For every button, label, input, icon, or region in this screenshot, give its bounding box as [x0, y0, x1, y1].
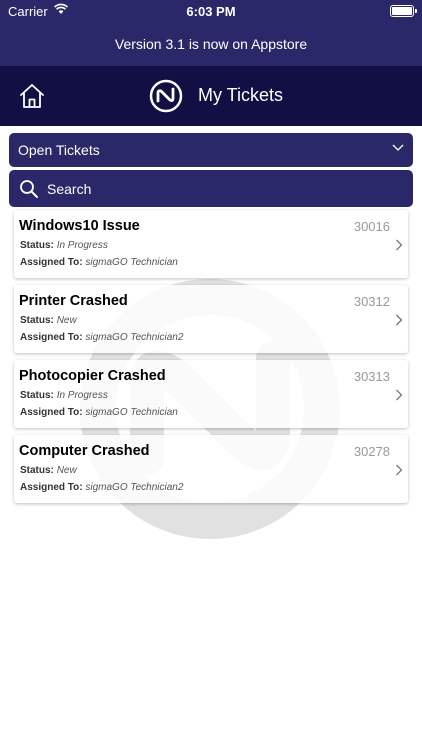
nav-header: My Tickets [0, 66, 422, 126]
chevron-down-icon [392, 144, 404, 151]
page-title: My Tickets [198, 85, 284, 105]
ticket-assignee: Assigned To: sigmaGO Technician2 [20, 332, 183, 343]
ticket-card[interactable]: Computer Crashed 30278 Status: New Assig… [14, 435, 408, 503]
ticket-card[interactable]: Printer Crashed 30312 Status: New Assign… [14, 285, 408, 353]
ticket-status: Status: In Progress [20, 240, 108, 251]
status-value: New [56, 465, 77, 476]
assigned-value: sigmaGO Technician2 [85, 332, 184, 343]
search-input[interactable] [47, 170, 397, 207]
ticket-title: Photocopier Crashed [19, 368, 166, 384]
ticket-assignee: Assigned To: sigmaGO Technician2 [20, 482, 183, 493]
assigned-label: Assigned To: [20, 332, 83, 343]
assigned-value: sigmaGO Technician [85, 257, 178, 268]
ticket-filter-dropdown[interactable]: Open Tickets [9, 133, 413, 167]
ticket-id: 30312 [353, 294, 390, 309]
status-label: Status: [20, 315, 54, 326]
clock: 6:03 PM [186, 4, 236, 19]
ticket-list: Windows10 Issue 30016 Status: In Progres… [14, 210, 408, 510]
ticket-card[interactable]: Photocopier Crashed 30313 Status: In Pro… [14, 360, 408, 428]
status-value: In Progress [56, 390, 108, 401]
chevron-right-icon [396, 464, 403, 476]
status-label: Status: [20, 465, 54, 476]
ticket-title: Windows10 Issue [19, 218, 140, 234]
status-bar: Carrier 6:03 PM [0, 0, 422, 22]
ticket-title: Printer Crashed [19, 293, 128, 309]
banner-text: Version 3.1 is now on Appstore [114, 36, 308, 52]
assigned-label: Assigned To: [20, 482, 83, 493]
chevron-right-icon [396, 314, 403, 326]
chevron-right-icon [396, 389, 403, 401]
ticket-status: Status: New [20, 465, 77, 476]
ticket-status: Status: In Progress [20, 390, 108, 401]
battery-icon [390, 5, 417, 17]
logo-icon [149, 79, 183, 113]
update-banner[interactable]: Version 3.1 is now on Appstore [0, 22, 422, 66]
ticket-id: 30278 [353, 444, 390, 459]
chevron-right-icon [396, 239, 403, 251]
status-label: Status: [20, 240, 54, 251]
status-value: In Progress [56, 240, 108, 251]
ticket-card[interactable]: Windows10 Issue 30016 Status: In Progres… [14, 210, 408, 278]
ticket-status: Status: New [20, 315, 77, 326]
ticket-assignee: Assigned To: sigmaGO Technician [20, 257, 178, 268]
status-label: Status: [20, 390, 54, 401]
search-bar [9, 170, 413, 207]
ticket-filter-value: Open Tickets [18, 142, 100, 158]
assigned-value: sigmaGO Technician2 [85, 482, 184, 493]
assigned-value: sigmaGO Technician [85, 407, 178, 418]
assigned-label: Assigned To: [20, 407, 83, 418]
search-icon [20, 180, 38, 198]
assigned-label: Assigned To: [20, 257, 83, 268]
ticket-assignee: Assigned To: sigmaGO Technician [20, 407, 178, 418]
ticket-id: 30313 [353, 369, 390, 384]
ticket-id: 30016 [353, 219, 390, 234]
status-value: New [56, 315, 77, 326]
home-icon[interactable] [18, 83, 46, 109]
ticket-title: Computer Crashed [19, 443, 150, 459]
